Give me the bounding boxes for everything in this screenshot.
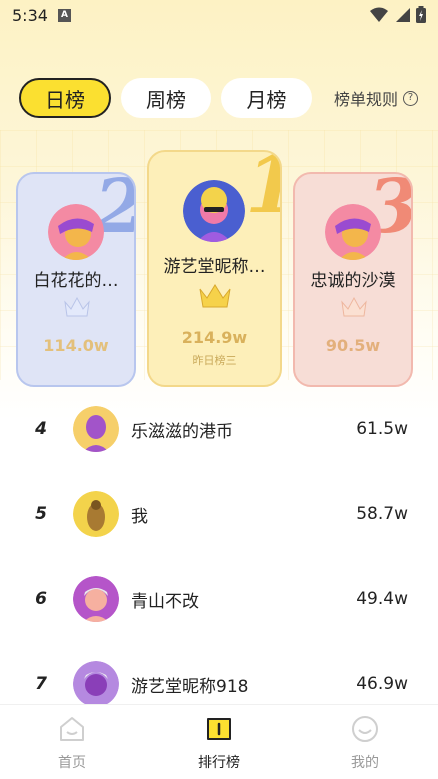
home-icon <box>60 717 84 741</box>
podium-card-third[interactable]: 3 忠诚的沙漠 90.5w <box>293 172 413 387</box>
podium-card-first[interactable]: 1 游艺堂昵称… 214.9w 昨日榜三 <box>147 150 282 387</box>
tab-monthly[interactable]: 月榜 <box>221 78 312 118</box>
status-time: 5:34 <box>12 5 48 25</box>
bronze-crown-icon <box>341 296 367 317</box>
podium-name-second: 白花花的… <box>33 271 119 291</box>
podium-sub-first: 昨日榜三 <box>192 354 237 367</box>
list-item-name: 青山不改 <box>131 591 199 612</box>
list-item[interactable]: 6 青山不改 49.4w <box>0 569 438 629</box>
status-bar: 5:34 A <box>0 0 438 30</box>
list-item-score: 49.4w <box>356 589 408 609</box>
list-item-score: 58.7w <box>356 504 408 524</box>
nav-ranking-label: 排行榜 <box>198 755 240 771</box>
nav-ranking[interactable]: 排行榜 <box>169 705 269 779</box>
rank-number: 7 <box>35 674 47 694</box>
list-item-score: 46.9w <box>356 674 408 694</box>
avatar <box>73 576 119 622</box>
question-icon: ? <box>403 90 419 106</box>
list-item-score: 61.5w <box>356 419 408 439</box>
gold-crown-icon <box>199 284 231 308</box>
podium-score-first: 214.9w <box>181 328 248 347</box>
rank-number: 5 <box>35 504 47 524</box>
battery-icon <box>416 6 426 23</box>
avatar <box>48 204 104 260</box>
podium-score-second: 114.0w <box>43 336 109 355</box>
podium-name-first: 游艺堂昵称… <box>163 257 266 277</box>
bottom-nav: 首页 排行榜 我的 <box>0 704 438 779</box>
avatar <box>183 180 245 242</box>
silver-crown-icon <box>64 296 90 317</box>
list-item-name: 我 <box>131 506 148 527</box>
wifi-icon <box>370 7 388 22</box>
nav-profile[interactable]: 我的 <box>315 705 415 779</box>
tab-daily[interactable]: 日榜 <box>19 78 111 118</box>
list-item-name: 乐滋滋的港币 <box>131 421 233 442</box>
profile-icon <box>352 716 378 742</box>
rank-number: 4 <box>35 419 47 439</box>
rank-number: 6 <box>35 589 47 609</box>
podium-card-second[interactable]: 2 白花花的… 114.0w <box>16 172 136 387</box>
nav-profile-label: 我的 <box>351 755 379 771</box>
signal-icon <box>396 7 410 22</box>
avatar <box>73 661 119 707</box>
avatar <box>73 406 119 452</box>
list-item[interactable]: 5 我 58.7w <box>0 484 438 544</box>
status-icons <box>370 6 426 23</box>
nav-home-label: 首页 <box>58 755 86 771</box>
ranking-icon <box>207 718 231 740</box>
rank-number-first: 1 <box>245 152 280 224</box>
tab-weekly[interactable]: 周榜 <box>121 78 211 118</box>
rules-link[interactable]: 榜单规则 ? <box>334 86 419 110</box>
avatar <box>325 204 381 260</box>
nav-home[interactable]: 首页 <box>22 705 122 779</box>
podium-score-third: 90.5w <box>325 336 381 355</box>
podium-name-third: 忠诚的沙漠 <box>310 271 396 291</box>
rules-label: 榜单规则 <box>334 90 399 109</box>
list-item[interactable]: 4 乐滋滋的港币 61.5w <box>0 399 438 459</box>
avatar <box>73 491 119 537</box>
notification-badge-icon: A <box>57 8 71 22</box>
list-item-name: 游艺堂昵称918 <box>131 676 249 697</box>
